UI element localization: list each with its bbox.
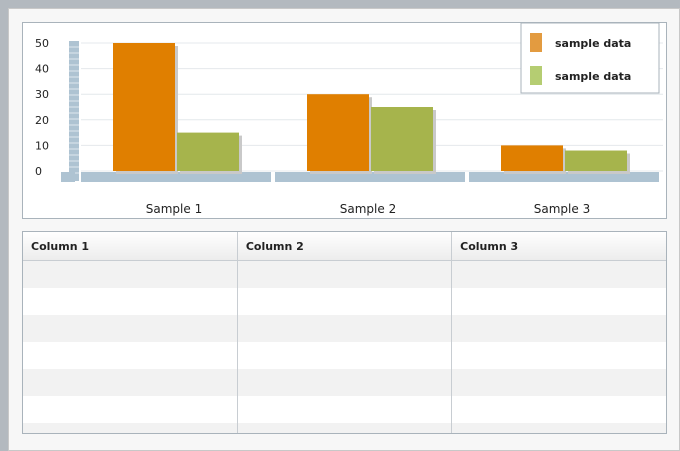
legend-swatch <box>530 33 542 52</box>
bar-chart-panel: 0 10 20 30 40 50 Sample 1 Sample 2 Sample 3 sampl… <box>22 22 667 219</box>
table-row[interactable] <box>23 260 666 288</box>
table-cell[interactable] <box>23 369 238 396</box>
grid-body <box>23 260 666 433</box>
table-cell[interactable] <box>237 260 453 288</box>
legend-swatch <box>530 66 542 85</box>
x-axis-track-start <box>61 172 75 182</box>
table-cell[interactable] <box>237 315 453 342</box>
x-category-label: Sample 1 <box>146 202 202 216</box>
table-cell[interactable] <box>451 342 666 369</box>
table-row[interactable] <box>23 369 666 396</box>
table-cell[interactable] <box>23 423 238 433</box>
table-cell[interactable] <box>451 260 666 288</box>
table-cell[interactable] <box>237 342 453 369</box>
data-grid[interactable]: Column 1 Column 2 Column 3 <box>22 231 667 434</box>
bar-1-3 <box>501 145 563 171</box>
table-cell[interactable] <box>451 288 666 315</box>
table-row[interactable] <box>23 288 666 315</box>
table-cell[interactable] <box>23 396 238 423</box>
table-cell[interactable] <box>451 396 666 423</box>
bar-1-1 <box>113 43 175 171</box>
table-cell[interactable] <box>237 288 453 315</box>
bar-1-2 <box>307 94 369 171</box>
grid-table: Column 1 Column 2 Column 3 <box>23 232 666 433</box>
column-header-1[interactable]: Column 1 <box>23 232 238 261</box>
table-cell[interactable] <box>237 369 453 396</box>
column-header-2[interactable]: Column 2 <box>237 232 453 261</box>
x-category-label: Sample 3 <box>534 202 590 216</box>
bar-2-2 <box>371 107 433 171</box>
table-cell[interactable] <box>451 369 666 396</box>
table-cell[interactable] <box>23 315 238 342</box>
table-row[interactable] <box>23 315 666 342</box>
bar-2-3 <box>565 150 627 171</box>
table-cell[interactable] <box>237 423 453 433</box>
legend-label: sample data <box>555 37 631 50</box>
x-category-label: Sample 2 <box>340 202 396 216</box>
table-cell[interactable] <box>23 342 238 369</box>
table-row[interactable] <box>23 396 666 423</box>
table-row[interactable] <box>23 342 666 369</box>
table-row[interactable] <box>23 423 666 433</box>
table-cell[interactable] <box>451 315 666 342</box>
y-axis-track <box>69 41 79 181</box>
y-tick-label: 40 <box>35 63 49 76</box>
y-tick-label: 20 <box>35 114 49 127</box>
column-header-3[interactable]: Column 3 <box>451 232 666 261</box>
y-tick-label: 10 <box>35 139 49 152</box>
table-cell[interactable] <box>23 288 238 315</box>
bar-chart: 0 10 20 30 40 50 Sample 1 Sample 2 Sample 3 sampl… <box>35 23 663 216</box>
table-cell[interactable] <box>237 396 453 423</box>
table-cell[interactable] <box>23 260 238 288</box>
y-tick-label: 30 <box>35 88 49 101</box>
grid-header-row: Column 1 Column 2 Column 3 <box>23 232 666 261</box>
table-cell[interactable] <box>451 423 666 433</box>
y-tick-label: 50 <box>35 37 49 50</box>
bar-2-1 <box>177 132 239 171</box>
legend-label: sample data <box>555 70 631 83</box>
y-tick-label: 0 <box>35 165 42 178</box>
